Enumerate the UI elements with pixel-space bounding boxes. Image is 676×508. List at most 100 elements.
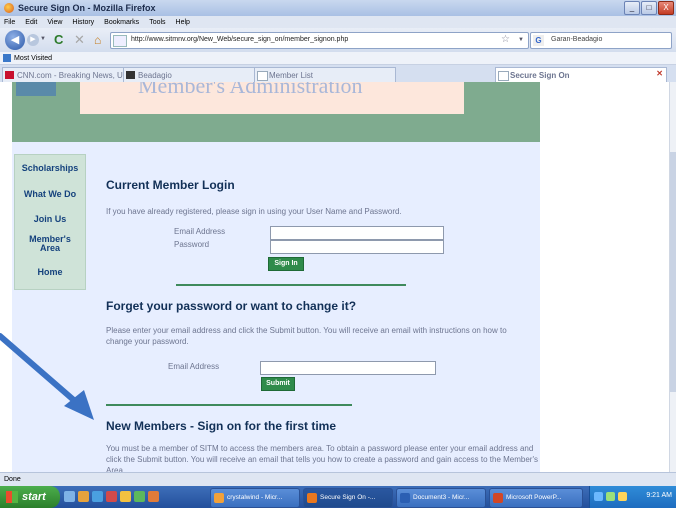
- menu-tools[interactable]: Tools: [149, 19, 165, 26]
- quick-launch-icon[interactable]: [92, 491, 103, 502]
- sidebar-item-home[interactable]: Home: [15, 267, 85, 277]
- login-email-input[interactable]: [270, 226, 444, 240]
- stop-button[interactable]: ✕: [74, 32, 85, 48]
- forgot-heading: Forget your password or want to change i…: [106, 299, 357, 313]
- forward-arrow-icon: ▶: [30, 36, 36, 43]
- menu-edit[interactable]: Edit: [25, 19, 37, 26]
- bookmark-star-icon[interactable]: ☆: [501, 34, 510, 45]
- sidebar-item-join-us[interactable]: Join Us: [15, 214, 85, 224]
- history-dropdown-icon[interactable]: ▼: [40, 36, 46, 42]
- quick-launch: [64, 491, 159, 502]
- tray-icon[interactable]: [594, 492, 603, 501]
- tab-label: Beadagio: [138, 71, 172, 80]
- app-icon: [214, 493, 224, 503]
- minimize-button[interactable]: _: [624, 1, 640, 15]
- pointer-arrow: [0, 333, 94, 420]
- close-tab-icon[interactable]: ✕: [656, 69, 663, 78]
- firefox-icon: [4, 3, 14, 13]
- menu-history[interactable]: History: [72, 19, 94, 26]
- submit-button[interactable]: Submit: [261, 377, 295, 391]
- sidebar-item-what-we-do[interactable]: What We Do: [15, 189, 85, 199]
- close-window-button[interactable]: X: [658, 1, 674, 15]
- title-bar: Secure Sign On - Mozilla Firefox _ □ X: [0, 0, 676, 16]
- status-text: Done: [4, 476, 21, 483]
- most-visited-bookmark[interactable]: Most Visited: [14, 55, 52, 62]
- firefox-icon: [307, 493, 317, 503]
- bookmarks-bar: Most Visited: [0, 52, 676, 65]
- forward-button[interactable]: ▶: [27, 34, 39, 46]
- taskbar-item-label: Secure Sign On -...: [320, 494, 376, 501]
- new-members-intro: You must be a member of SITM to access t…: [106, 444, 538, 472]
- menu-view[interactable]: View: [47, 19, 62, 26]
- menu-help[interactable]: Help: [176, 19, 190, 26]
- clock: 9:21 AM: [646, 492, 672, 499]
- window-controls: _ □ X: [624, 1, 674, 15]
- sign-in-button[interactable]: Sign In: [268, 257, 304, 271]
- vertical-scrollbar[interactable]: [669, 82, 676, 472]
- search-text: Garan-Beadagio: [551, 36, 603, 43]
- volume-icon[interactable]: [618, 492, 627, 501]
- start-label: start: [22, 491, 46, 503]
- sidebar-nav: Scholarships What We Do Join Us Member's…: [14, 154, 86, 290]
- forgot-email-label: Email Address: [168, 362, 220, 371]
- tab-member-list[interactable]: Member List: [254, 67, 396, 82]
- taskbar-item-crystalwind[interactable]: crystalwind - Micr...: [210, 488, 300, 508]
- reload-button[interactable]: C: [54, 32, 63, 47]
- login-email-label: Email Address: [174, 227, 226, 236]
- taskbar-item-label: Microsoft PowerP...: [506, 494, 562, 501]
- section-divider: [176, 284, 406, 286]
- quick-launch-icon[interactable]: [120, 491, 131, 502]
- taskbar-item-powerpoint[interactable]: Microsoft PowerP...: [489, 488, 583, 508]
- tab-strip: CNN.com - Breaking News, U.S., World... …: [0, 65, 676, 82]
- login-intro: If you have already registered, please s…: [106, 207, 402, 216]
- page-icon: [257, 71, 268, 81]
- taskbar-item-label: Document3 - Micr...: [413, 494, 470, 501]
- tab-beadagio[interactable]: Beadagio: [123, 67, 255, 82]
- home-button[interactable]: ⌂: [94, 33, 101, 47]
- windows-logo-icon: [6, 491, 18, 503]
- forgot-email-input[interactable]: [260, 361, 436, 375]
- page-icon: [113, 35, 127, 47]
- sidebar-item-scholarships[interactable]: Scholarships: [15, 163, 85, 173]
- address-bar[interactable]: http://www.sitmnv.org/New_Web/secure_sig…: [110, 32, 529, 49]
- start-button[interactable]: start: [0, 486, 60, 508]
- tab-label: CNN.com - Breaking News, U.S., World...: [17, 71, 123, 80]
- page-icon: [498, 71, 509, 81]
- quick-launch-icon[interactable]: [148, 491, 159, 502]
- beadagio-icon: [126, 71, 135, 79]
- section-divider: [106, 404, 352, 406]
- taskbar-item-label: crystalwind - Micr...: [227, 494, 283, 501]
- forgot-intro: Please enter your email address and clic…: [106, 326, 507, 346]
- tab-label: Secure Sign On: [510, 71, 570, 80]
- url-dropdown-icon[interactable]: ▼: [518, 37, 524, 43]
- main-content: Current Member Login If you have already…: [106, 82, 540, 472]
- scrollbar-thumb[interactable]: [670, 152, 676, 392]
- quick-launch-icon[interactable]: [78, 491, 89, 502]
- tab-label: Member List: [269, 71, 314, 80]
- new-members-heading: New Members - Sign on for the first time: [106, 419, 337, 433]
- quick-launch-icon[interactable]: [134, 491, 145, 502]
- tab-cnn[interactable]: CNN.com - Breaking News, U.S., World...: [2, 67, 124, 82]
- menu-bar: File Edit View History Bookmarks Tools H…: [0, 16, 676, 28]
- search-box[interactable]: G Garan-Beadagio ⚲: [530, 32, 676, 49]
- taskbar-item-secure-sign-on[interactable]: Secure Sign On -...: [303, 488, 393, 508]
- cnn-icon: [5, 71, 14, 79]
- quick-launch-icon[interactable]: [64, 491, 75, 502]
- sidebar-item-members-area[interactable]: Member's Area: [27, 235, 73, 253]
- menu-bookmarks[interactable]: Bookmarks: [104, 19, 139, 26]
- quick-launch-icon[interactable]: [106, 491, 117, 502]
- maximize-button[interactable]: □: [641, 1, 657, 15]
- navigation-toolbar: ◀ ▶ ▼ C ✕ ⌂ http://www.sitmnv.org/New_We…: [0, 28, 676, 52]
- web-content: Member's Administration Scholarships Wha…: [0, 82, 670, 472]
- tab-secure-sign-on[interactable]: Secure Sign On ✕: [495, 67, 667, 82]
- login-password-input[interactable]: [270, 240, 444, 254]
- google-icon[interactable]: G: [533, 35, 544, 46]
- window-title: Secure Sign On - Mozilla Firefox: [18, 3, 156, 13]
- back-button[interactable]: ◀: [5, 30, 25, 50]
- menu-file[interactable]: File: [4, 19, 15, 26]
- banner-logo-block: [16, 82, 56, 96]
- taskbar-item-document3[interactable]: Document3 - Micr...: [396, 488, 486, 508]
- powerpoint-icon: [493, 493, 503, 503]
- url-text: http://www.sitmnv.org/New_Web/secure_sig…: [131, 36, 349, 43]
- tray-icon[interactable]: [606, 492, 615, 501]
